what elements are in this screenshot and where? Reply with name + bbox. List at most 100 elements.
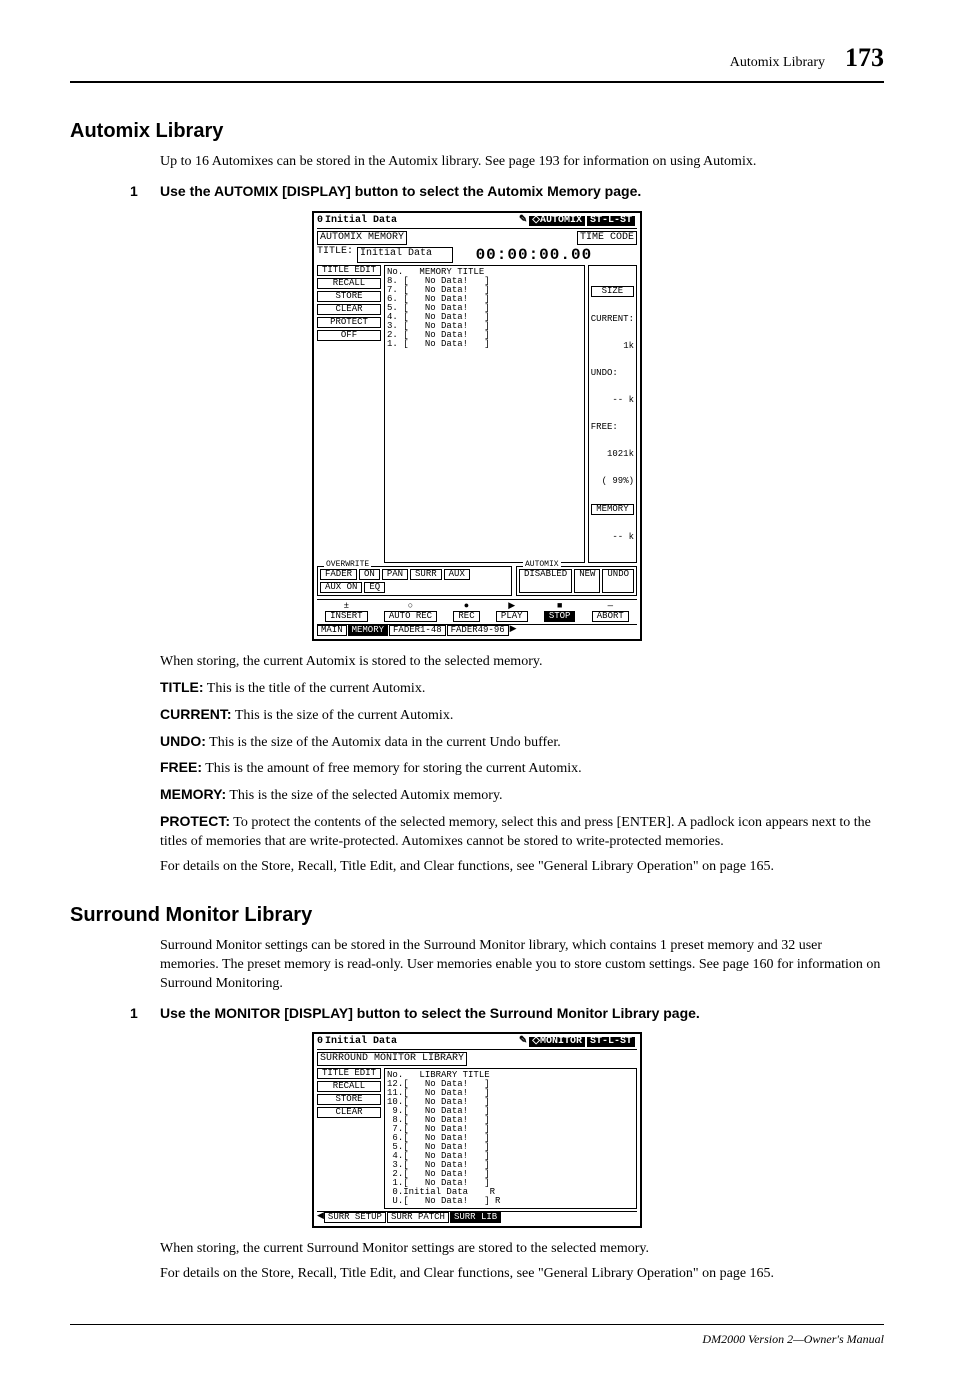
btn-clear[interactable]: CLEAR — [317, 304, 381, 315]
tab-surr-patch[interactable]: SURR PATCH — [387, 1212, 449, 1223]
title-value[interactable]: Initial Data — [357, 247, 453, 263]
btn-store[interactable]: STORE — [317, 1094, 381, 1105]
ow-aux[interactable]: AUX — [444, 569, 470, 580]
btn-clear[interactable]: CLEAR — [317, 1107, 381, 1118]
overwrite-group: OVERWRITE FADER ON PAN SURR AUX AUX ON E… — [317, 566, 512, 596]
tabs: ◀ SURR SETUP SURR PATCH SURR LIB — [317, 1211, 637, 1223]
automix-group: AUTOMIX DISABLED NEW UNDO — [516, 566, 637, 596]
page-header: Automix Library 173 — [70, 40, 884, 83]
automix-memory-label: AUTOMIX MEMORY — [317, 231, 407, 245]
btn-title-edit[interactable]: TITLE EDIT — [317, 265, 381, 276]
overwrite-label: OVERWRITE — [324, 561, 371, 569]
title-label: TITLE: — [317, 247, 353, 263]
automix-screenshot: 0 Initial Data ✎ ◇AUTOMIX ST-L-ST AUTOMI… — [312, 211, 642, 641]
scr-stereo: ST-L-ST — [587, 216, 635, 226]
surround-after: When storing, the current Surround Monit… — [160, 1240, 884, 1259]
size-undo-lbl: UNDO: — [591, 368, 618, 378]
step-text: Use the AUTOMIX [DISPLAY] button to sele… — [160, 182, 884, 201]
size-label: SIZE — [591, 286, 634, 297]
btn-play[interactable]: ▶PLAY — [496, 602, 528, 622]
lib-label: SURROUND MONITOR LIBRARY — [317, 1052, 467, 1066]
scr-title: Initial Data — [325, 216, 517, 226]
scr-title: Initial Data — [325, 1037, 517, 1047]
scr-mode: ◇MONITOR — [529, 1037, 585, 1047]
automix-undo[interactable]: UNDO — [602, 569, 634, 593]
btn-abort[interactable]: —ABORT — [592, 602, 629, 622]
automix-box-label: AUTOMIX — [523, 561, 561, 569]
size-undo-val: -- k — [591, 396, 634, 405]
header-page-number: 173 — [845, 40, 884, 75]
ow-pan[interactable]: PAN — [382, 569, 408, 580]
size-box: SIZE CURRENT: 1k UNDO: -- k FREE: 1021k … — [588, 265, 637, 563]
step-1-surround: 1 Use the MONITOR [DISPLAY] button to se… — [130, 1004, 884, 1023]
footer: DM2000 Version 2—Owner's Manual — [70, 1324, 884, 1347]
step-number: 1 — [130, 182, 160, 201]
step-text: Use the MONITOR [DISPLAY] button to sele… — [160, 1004, 884, 1023]
btn-insert[interactable]: ±INSERT — [325, 602, 367, 622]
left-buttons: TITLE EDIT RECALL STORE CLEAR — [317, 1068, 381, 1209]
scr-idx: 0 — [317, 216, 323, 226]
edit-icon: ✎ — [519, 216, 527, 226]
tab-fader1[interactable]: FADER1-48 — [389, 625, 446, 636]
btn-recall[interactable]: RECALL — [317, 278, 381, 289]
nav-right-icon[interactable]: ▶ — [510, 625, 517, 636]
tab-memory[interactable]: MEMORY — [348, 625, 388, 636]
def-free: FREE: This is the amount of free memory … — [160, 758, 884, 779]
tab-surr-setup[interactable]: SURR SETUP — [324, 1212, 386, 1223]
step-number: 1 — [130, 1004, 160, 1023]
tab-surr-lib[interactable]: SURR LIB — [450, 1212, 501, 1223]
automix-intro: Up to 16 Automixes can be stored in the … — [160, 153, 884, 172]
ow-on[interactable]: ON — [359, 569, 380, 580]
def-current: CURRENT: This is the size of the current… — [160, 705, 884, 726]
tabs: MAIN MEMORY FADER1-48 FADER49-96 ▶ — [317, 624, 637, 636]
btn-title-edit[interactable]: TITLE EDIT — [317, 1068, 381, 1079]
automix-after: When storing, the current Automix is sto… — [160, 653, 884, 672]
left-buttons: TITLE EDIT RECALL STORE CLEAR PROTECT OF… — [317, 265, 381, 563]
automix-new[interactable]: NEW — [574, 569, 600, 593]
scr-stereo: ST-L-ST — [587, 1037, 635, 1047]
surround-intro: Surround Monitor settings can be stored … — [160, 937, 884, 994]
btn-store[interactable]: STORE — [317, 291, 381, 302]
btn-protect[interactable]: PROTECT — [317, 317, 381, 328]
list-item[interactable]: 1. [ No Data! ] — [387, 340, 582, 349]
def-protect: PROTECT: To protect the contents of the … — [160, 812, 884, 852]
ow-fader[interactable]: FADER — [320, 569, 357, 580]
size-current-val: 1k — [591, 342, 634, 351]
scr-idx: 0 — [317, 1037, 323, 1047]
ow-auxon[interactable]: AUX ON — [320, 582, 362, 593]
edit-icon: ✎ — [519, 1037, 527, 1047]
btn-recall[interactable]: RECALL — [317, 1081, 381, 1092]
header-section: Automix Library — [730, 54, 825, 73]
step-1-automix: 1 Use the AUTOMIX [DISPLAY] button to se… — [130, 182, 884, 201]
monitor-screenshot: 0 Initial Data ✎ ◇MONITOR ST-L-ST SURROU… — [312, 1032, 642, 1228]
section-title-surround: Surround Monitor Library — [70, 902, 884, 929]
btn-stop[interactable]: ■STOP — [544, 602, 576, 622]
btn-rec[interactable]: ●REC — [453, 602, 479, 622]
size-free-lbl: FREE: — [591, 422, 618, 432]
tab-main[interactable]: MAIN — [317, 625, 347, 636]
library-list[interactable]: No. LIBRARY TITLE 12.[ No Data! ] 11.[ N… — [384, 1068, 637, 1209]
size-free-val: 1021k — [591, 450, 634, 459]
btn-off[interactable]: OFF — [317, 330, 381, 341]
section-title-automix: Automix Library — [70, 118, 884, 145]
size-mem-lbl: MEMORY — [591, 504, 634, 515]
timecode: 00:00:00.00 — [476, 247, 593, 263]
scr-mode: ◇AUTOMIX — [529, 216, 585, 226]
memory-list[interactable]: No. MEMORY TITLE 8. [ No Data! ] 7. [ No… — [384, 265, 585, 563]
def-undo: UNDO: This is the size of the Automix da… — [160, 732, 884, 753]
automix-note: For details on the Store, Recall, Title … — [160, 858, 884, 877]
tab-fader49[interactable]: FADER49-96 — [447, 625, 509, 636]
nav-left-icon[interactable]: ◀ — [317, 1212, 324, 1223]
ow-surr[interactable]: SURR — [410, 569, 442, 580]
size-free-pct: ( 99%) — [591, 477, 634, 486]
def-title: TITLE: This is the title of the current … — [160, 678, 884, 699]
def-memory: MEMORY: This is the size of the selected… — [160, 785, 884, 806]
size-mem-val: -- k — [591, 533, 634, 542]
ow-eq[interactable]: EQ — [364, 582, 385, 593]
timecode-label: TIME CODE — [577, 231, 637, 245]
automix-disabled[interactable]: DISABLED — [519, 569, 572, 593]
btn-autorec[interactable]: ○AUTO REC — [384, 602, 437, 622]
transport: ±INSERT ○AUTO REC ●REC ▶PLAY ■STOP —ABOR… — [317, 599, 637, 622]
list-item[interactable]: U.[ No Data! ] R — [387, 1197, 634, 1206]
size-current-lbl: CURRENT: — [591, 314, 634, 324]
